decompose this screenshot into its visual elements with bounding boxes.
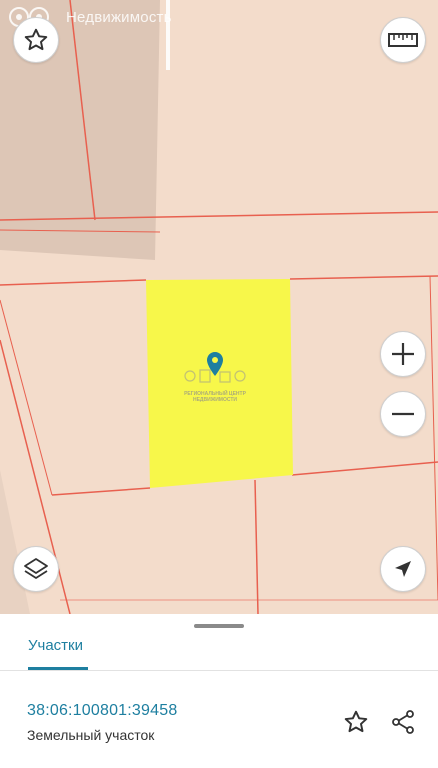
- tab-divider: [0, 670, 438, 671]
- tab-parcels[interactable]: Участки: [28, 637, 83, 654]
- ruler-icon: [388, 33, 418, 47]
- map-pin-icon: [184, 352, 246, 383]
- locate-button[interactable]: [380, 546, 426, 592]
- favorite-button[interactable]: [13, 17, 59, 63]
- shaded-area-lower: [0, 470, 30, 614]
- minus-icon: [392, 412, 414, 416]
- parcel-type-label: Земельный участок: [27, 727, 155, 743]
- logo-text-line2: НЕДВИЖИМОСТИ: [192, 397, 237, 403]
- layers-button[interactable]: [13, 546, 59, 592]
- center-logo: РЕГИОНАЛЬНЫЙ ЦЕНТР НЕДВИЖИМОСТИ: [180, 350, 250, 403]
- share-button[interactable]: [389, 708, 417, 736]
- zoom-in-button[interactable]: [380, 331, 426, 377]
- navigation-arrow-icon: [395, 561, 411, 577]
- parcel-boundaries: [0, 0, 438, 614]
- plus-icon: [392, 343, 414, 365]
- watermark-text: Недвижимость: [66, 8, 172, 26]
- share-icon: [392, 710, 414, 734]
- cadastral-number-link[interactable]: 38:06:100801:39458: [27, 702, 177, 720]
- bottom-sheet: Участки 38:06:100801:39458 Земельный уча…: [0, 614, 438, 768]
- sheet-drag-handle[interactable]: [194, 624, 244, 628]
- ruler-button[interactable]: [380, 17, 426, 63]
- zoom-out-button[interactable]: [380, 391, 426, 437]
- parcel-favorite-button[interactable]: [342, 708, 370, 736]
- layers-icon: [24, 558, 48, 579]
- map-view[interactable]: Недвижимость РЕГИОНАЛЬНЫЙ ЦЕНТР НЕДВИЖИМ…: [0, 0, 438, 614]
- star-outline-icon: [344, 710, 368, 733]
- star-outline-icon: [24, 28, 48, 51]
